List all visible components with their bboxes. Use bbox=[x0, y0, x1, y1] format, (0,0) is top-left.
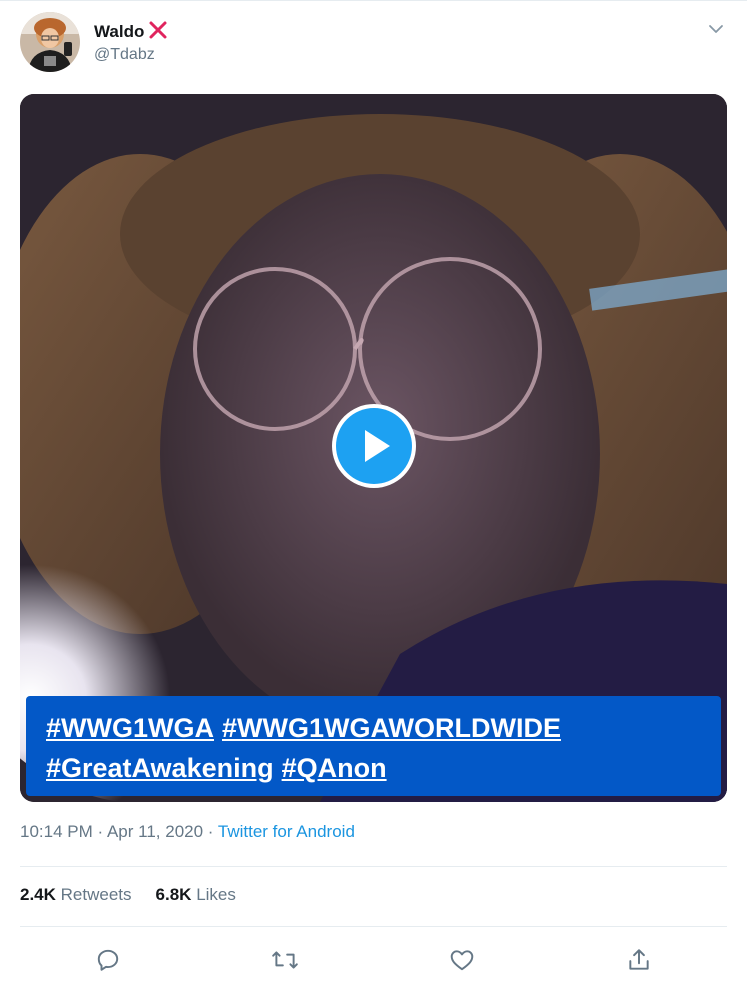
hashtag-link[interactable]: #GreatAwakening bbox=[46, 753, 274, 783]
play-icon bbox=[336, 408, 412, 484]
hashtag-link[interactable]: #WWG1WGAWORLDWIDE bbox=[222, 713, 561, 743]
hashtag-link[interactable]: #QAnon bbox=[282, 753, 387, 783]
avatar[interactable] bbox=[20, 12, 80, 72]
tweet-header: Waldo @Tdabz bbox=[20, 12, 727, 76]
retweet-icon[interactable] bbox=[265, 940, 305, 980]
like-icon[interactable] bbox=[442, 940, 482, 980]
tweet-source-link[interactable]: Twitter for Android bbox=[218, 822, 355, 841]
user-handle[interactable]: @Tdabz bbox=[94, 46, 155, 64]
tweet-stats: 2.4K Retweets 6.8K Likes bbox=[20, 885, 236, 905]
name-row: Waldo bbox=[94, 20, 168, 43]
top-divider bbox=[0, 0, 747, 1]
hashtag-link[interactable]: #WWG1WGA bbox=[46, 713, 214, 743]
divider bbox=[20, 866, 727, 867]
display-name[interactable]: Waldo bbox=[94, 22, 144, 42]
video-caption: #WWG1WGA #WWG1WGAWORLDWIDE #GreatAwakenin… bbox=[26, 696, 721, 796]
likes-stat[interactable]: 6.8K Likes bbox=[156, 885, 236, 905]
play-button[interactable] bbox=[332, 404, 416, 488]
retweets-label: Retweets bbox=[60, 885, 132, 904]
retweets-count: 2.4K bbox=[20, 885, 56, 904]
video-player[interactable]: #WWG1WGA #WWG1WGAWORLDWIDE #GreatAwakenin… bbox=[20, 94, 727, 802]
likes-count: 6.8K bbox=[155, 885, 192, 904]
tweet-meta: 10:14 PM · Apr 11, 2020 · Twitter for An… bbox=[20, 822, 355, 842]
tweet: Waldo @Tdabz #WWG1WGA #WWG1WGAWORLDWIDE … bbox=[0, 0, 747, 990]
action-bar bbox=[20, 938, 727, 982]
separator: · bbox=[97, 822, 104, 841]
chevron-down-icon[interactable] bbox=[705, 18, 727, 40]
separator: · bbox=[207, 822, 214, 841]
divider bbox=[20, 926, 727, 927]
retweets-stat[interactable]: 2.4K Retweets bbox=[20, 885, 132, 905]
tweet-date[interactable]: Apr 11, 2020 bbox=[107, 822, 203, 841]
red-x-icon bbox=[148, 20, 168, 43]
reply-icon[interactable] bbox=[88, 940, 128, 980]
share-icon[interactable] bbox=[619, 940, 659, 980]
tweet-time[interactable]: 10:14 PM bbox=[20, 822, 93, 841]
likes-label: Likes bbox=[196, 885, 236, 904]
